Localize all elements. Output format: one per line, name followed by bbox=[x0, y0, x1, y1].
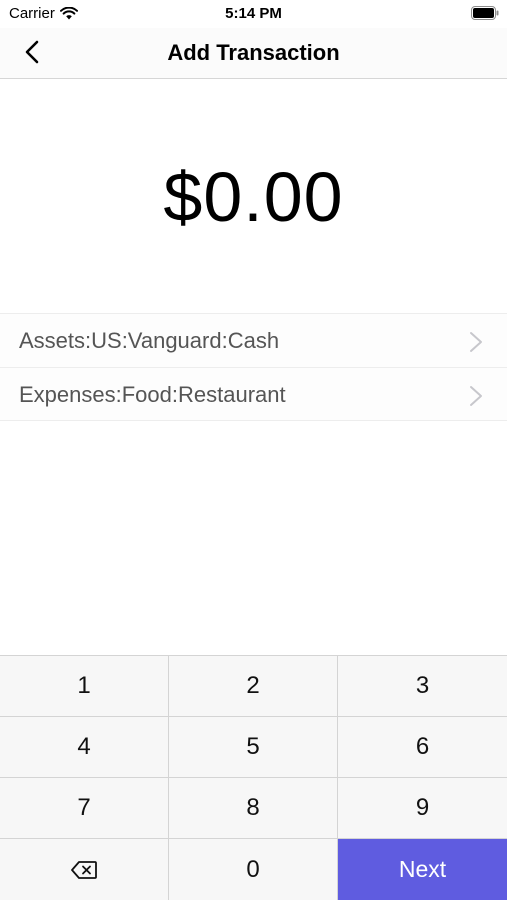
navigation-bar: Add Transaction bbox=[0, 28, 507, 79]
chevron-right-icon bbox=[470, 332, 482, 352]
status-bar: Carrier 5:14 PM bbox=[0, 0, 507, 28]
status-time: 5:14 PM bbox=[225, 5, 282, 22]
key-2[interactable]: 2 bbox=[169, 656, 337, 716]
battery-icon bbox=[471, 6, 499, 20]
key-9[interactable]: 9 bbox=[338, 778, 507, 838]
account-list: Assets:US:Vanguard:Cash Expenses:Food:Re… bbox=[0, 313, 507, 421]
empty-space bbox=[0, 422, 507, 655]
number-keypad: 1 2 3 4 5 6 7 8 9 0 Next bbox=[0, 655, 507, 900]
key-1[interactable]: 1 bbox=[0, 656, 168, 716]
key-0[interactable]: 0 bbox=[169, 839, 337, 900]
key-4[interactable]: 4 bbox=[0, 717, 168, 777]
source-account-label: Assets:US:Vanguard:Cash bbox=[19, 328, 280, 353]
key-6[interactable]: 6 bbox=[338, 717, 507, 777]
key-8[interactable]: 8 bbox=[169, 778, 337, 838]
chevron-right-icon bbox=[470, 386, 482, 406]
source-account-row[interactable]: Assets:US:Vanguard:Cash bbox=[0, 313, 507, 367]
next-button[interactable]: Next bbox=[338, 839, 507, 900]
amount-value: $0.00 bbox=[163, 158, 344, 236]
key-7[interactable]: 7 bbox=[0, 778, 168, 838]
amount-display: $0.00 bbox=[0, 80, 507, 313]
delete-key[interactable] bbox=[0, 839, 168, 900]
key-3[interactable]: 3 bbox=[338, 656, 507, 716]
destination-account-row[interactable]: Expenses:Food:Restaurant bbox=[0, 367, 507, 421]
key-5[interactable]: 5 bbox=[169, 717, 337, 777]
page-title: Add Transaction bbox=[167, 40, 340, 65]
destination-account-label: Expenses:Food:Restaurant bbox=[19, 382, 286, 407]
backspace-icon bbox=[71, 860, 97, 879]
